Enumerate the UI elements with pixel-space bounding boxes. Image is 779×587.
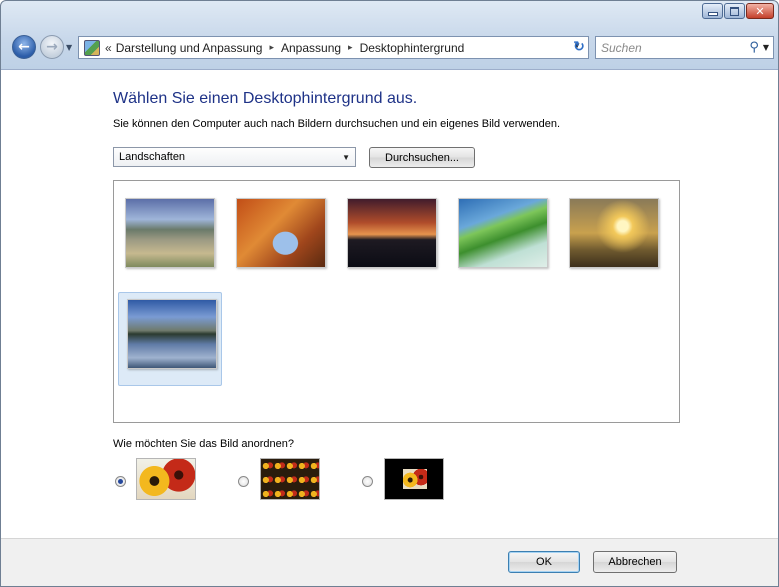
control-panel-icon [84,39,100,56]
dialog-window: ✕ ← → ▼ « Darstellung und Anpassung ▸ An… [0,0,779,587]
wallpaper-thumbnail [125,198,215,268]
back-arrow-icon: ← [18,39,30,55]
picture-location-select[interactable]: Landschaften ▼ [113,147,356,167]
maximize-icon [730,6,739,16]
minimize-icon [707,11,718,16]
browse-button[interactable]: Durchsuchen... [369,147,475,168]
wallpaper-thumbnail [569,198,659,268]
breadcrumb-separator-icon[interactable]: ▸ [348,42,353,53]
recent-pages-dropdown[interactable]: ▼ [66,43,72,52]
breadcrumb-item[interactable]: Desktophintergrund [360,41,465,55]
chevron-down-icon: ▼ [342,153,350,162]
wallpaper-gallery [113,180,680,423]
window-controls: ✕ [701,3,774,19]
breadcrumb-item[interactable]: Anpassung [281,41,341,55]
dialog-footer: OK Abbrechen [1,538,778,586]
wallpaper-tile[interactable] [560,191,664,285]
wallpaper-tile[interactable] [116,191,220,285]
forward-button[interactable]: → [40,35,64,59]
arrange-tile-radio[interactable] [238,476,249,487]
page-subtitle: Sie können den Computer auch nach Bilder… [113,118,561,130]
wallpaper-thumbnail [458,198,548,268]
arrange-fill-preview[interactable] [136,458,196,500]
arrange-tile-preview[interactable] [260,458,320,500]
refresh-icon: ↻ [573,38,585,55]
breadcrumb-separator-icon[interactable]: ▸ [269,42,274,53]
chevron-down-icon: ▼ [66,43,73,52]
arrange-fill-radio[interactable] [115,476,126,487]
search-placeholder: Suchen [601,40,642,55]
forward-arrow-icon: → [46,39,58,55]
picture-location-value: Landschaften [119,151,186,163]
wallpaper-tile[interactable] [449,191,553,285]
search-icon[interactable]: ⚲ [749,40,759,55]
arrange-center-radio[interactable] [362,476,373,487]
search-box[interactable]: Suchen ⚲ ▼ [595,36,774,59]
refresh-button[interactable]: ↻ [569,36,589,57]
page-title: Wählen Sie einen Desktophintergrund aus. [113,90,418,107]
arrange-label: Wie möchten Sie das Bild anordnen? [113,438,294,450]
wallpaper-tile-selected[interactable] [118,292,222,386]
breadcrumb-overflow[interactable]: « [105,41,112,55]
minimize-button[interactable] [702,3,723,19]
wallpaper-thumbnail [347,198,437,268]
navigation-bar: ← → ▼ « Darstellung und Anpassung ▸ Anpa… [1,29,778,69]
close-icon: ✕ [755,4,765,18]
cancel-button[interactable]: Abbrechen [593,551,677,573]
close-button[interactable]: ✕ [746,3,774,19]
search-dropdown-icon[interactable]: ▼ [763,43,769,52]
wallpaper-tile[interactable] [227,191,331,285]
arrange-center-preview[interactable] [384,458,444,500]
breadcrumb-item[interactable]: Darstellung und Anpassung [116,41,263,55]
maximize-button[interactable] [724,3,745,19]
wallpaper-tile[interactable] [338,191,442,285]
content-area: Wählen Sie einen Desktophintergrund aus.… [1,69,778,539]
back-button[interactable]: ← [12,35,36,59]
address-bar[interactable]: « Darstellung und Anpassung ▸ Anpassung … [78,36,589,59]
wallpaper-thumbnail [236,198,326,268]
wallpaper-thumbnail [127,299,217,369]
ok-button[interactable]: OK [508,551,580,573]
